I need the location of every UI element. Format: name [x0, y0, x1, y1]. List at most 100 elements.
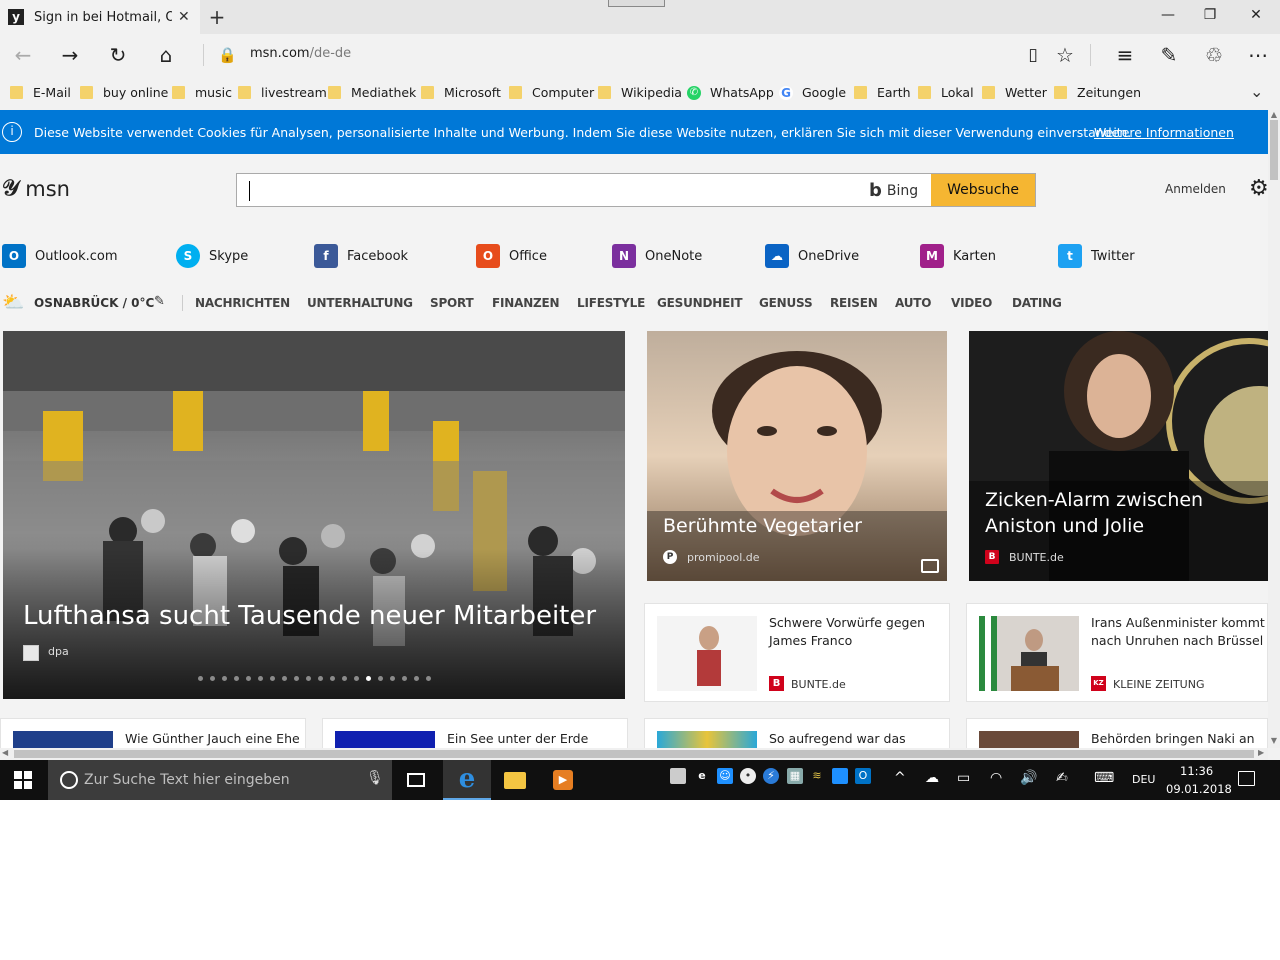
tray-display-icon[interactable] — [832, 768, 848, 784]
carousel-dot[interactable] — [426, 676, 431, 681]
quick-link-twitter[interactable]: t Twitter — [1058, 244, 1135, 268]
carousel-dot[interactable] — [390, 676, 395, 681]
favorite-earth[interactable]: Earth — [854, 85, 911, 100]
scroll-right-arrow-icon[interactable]: ▶ — [1258, 748, 1264, 757]
clock-time[interactable]: 11:36 — [1180, 764, 1213, 778]
quick-link-outlook[interactable]: O Outlook.com — [2, 244, 118, 268]
scroll-up-arrow-icon[interactable]: ▲ — [1268, 110, 1280, 119]
edit-pencil-icon[interactable]: ✎ — [154, 294, 165, 309]
battery-icon[interactable]: ▭ — [957, 770, 970, 786]
media-player-taskbar-icon[interactable]: ▶ — [539, 760, 587, 800]
carousel-dot[interactable] — [402, 676, 407, 681]
carousel-dot[interactable] — [318, 676, 323, 681]
gear-icon[interactable]: ⚙ — [1249, 176, 1268, 201]
task-view-icon[interactable] — [392, 760, 440, 800]
quick-link-onenote[interactable]: N OneNote — [612, 244, 702, 268]
carousel-dot[interactable] — [234, 676, 239, 681]
carousel-dot[interactable] — [282, 676, 287, 681]
tile-aniston-jolie[interactable]: Zicken-Alarm zwischen Aniston und Jolie … — [969, 331, 1268, 581]
vertical-scroll-thumb[interactable] — [1270, 120, 1278, 180]
chevron-down-icon[interactable]: ⌄ — [1250, 82, 1263, 101]
scroll-left-arrow-icon[interactable]: ◀ — [2, 748, 8, 757]
favorite-whatsapp[interactable]: ✆ WhatsApp — [687, 85, 774, 100]
quick-link-skype[interactable]: S Skype — [176, 244, 248, 268]
favorite-music[interactable]: music — [172, 85, 232, 100]
address-field[interactable]: msn.com/de-de — [250, 46, 351, 61]
carousel-dot[interactable] — [258, 676, 263, 681]
close-window-icon[interactable]: ✕ — [1246, 7, 1266, 23]
chevron-up-icon[interactable]: ^ — [894, 770, 906, 786]
windows-start-icon[interactable] — [14, 771, 32, 789]
keyboard-icon[interactable]: ⌨ — [1094, 770, 1114, 786]
forward-arrow-icon[interactable]: → — [57, 42, 83, 68]
volume-icon[interactable]: 🔊 — [1020, 770, 1037, 786]
news-card-aufregend[interactable]: So aufregend war das — [644, 718, 950, 748]
quick-link-facebook[interactable]: f Facebook — [314, 244, 408, 268]
close-tab-icon[interactable]: ✕ — [178, 9, 190, 25]
category-genuss[interactable]: GENUSS — [759, 296, 813, 310]
input-language[interactable]: DEU — [1132, 773, 1155, 786]
quick-link-onedrive[interactable]: ☁ OneDrive — [765, 244, 859, 268]
carousel-dot[interactable] — [210, 676, 215, 681]
quick-link-karten[interactable]: M Karten — [920, 244, 996, 268]
scroll-down-arrow-icon[interactable]: ▼ — [1268, 736, 1280, 745]
favorite-microsoft[interactable]: Microsoft — [421, 85, 501, 100]
category-reisen[interactable]: REISEN — [830, 296, 878, 310]
more-options-icon[interactable]: ⋯ — [1245, 42, 1271, 68]
news-card-james-franco[interactable]: Schwere Vorwürfe gegen James Franco B BU… — [644, 603, 950, 702]
tray-network-app-icon[interactable]: ▦ — [787, 768, 803, 784]
web-note-icon[interactable]: ✎ — [1156, 42, 1182, 68]
restore-icon[interactable]: ❐ — [1200, 7, 1220, 23]
carousel-dot[interactable] — [222, 676, 227, 681]
tab-preview-handle[interactable] — [608, 0, 665, 7]
share-icon[interactable]: ♲ — [1201, 42, 1227, 68]
browser-tab[interactable]: y Sign in bei Hotmail, Out ✕ — [0, 0, 200, 34]
news-card-naki[interactable]: Behörden bringen Naki an — [966, 718, 1268, 748]
hub-icon[interactable]: ≡ — [1112, 42, 1138, 68]
carousel-dot[interactable] — [330, 676, 335, 681]
tray-chat-icon[interactable]: ☺ — [717, 768, 733, 784]
horizontal-scrollbar[interactable]: ◀ ▶ — [0, 748, 1268, 760]
favorite-lokal[interactable]: Lokal — [918, 85, 974, 100]
tray-app-icon[interactable]: • — [740, 768, 756, 784]
category-finanzen[interactable]: FINANZEN — [492, 296, 560, 310]
news-card-jauch[interactable]: Wie Günther Jauch eine Ehe — [0, 718, 306, 748]
favorite-wikipedia[interactable]: Wikipedia — [598, 85, 682, 100]
favorite-zeitungen[interactable]: Zeitungen — [1054, 85, 1141, 100]
category-dating[interactable]: DATING — [1012, 296, 1062, 310]
vertical-scrollbar[interactable]: ▲ ▼ — [1268, 110, 1280, 748]
category-nachrichten[interactable]: NACHRICHTEN — [195, 296, 290, 310]
favorite-buy-online[interactable]: buy online — [80, 85, 168, 100]
tray-wifi-app-icon[interactable]: ≋ — [809, 768, 825, 784]
reading-view-icon[interactable]: ▯ — [1020, 42, 1046, 68]
category-gesundheit[interactable]: GESUNDHEIT — [657, 296, 743, 310]
taskbar-search-box[interactable]: Zur Suche Text hier eingeben 🎙 — [48, 760, 392, 800]
carousel-dot[interactable] — [342, 676, 347, 681]
category-sport[interactable]: SPORT — [430, 296, 474, 310]
back-arrow-icon[interactable]: ← — [10, 42, 36, 68]
tray-outlook-icon[interactable]: O — [855, 768, 871, 784]
weather-location[interactable]: OSNABRÜCK / 0°C — [34, 296, 154, 310]
quick-link-office[interactable]: O Office — [476, 244, 547, 268]
hero-story[interactable]: Lufthansa sucht Tausende neuer Mitarbeit… — [3, 331, 625, 699]
carousel-dot[interactable] — [270, 676, 275, 681]
favorite-mediathek[interactable]: Mediathek — [328, 85, 416, 100]
pen-icon[interactable]: ✍ — [1056, 770, 1068, 786]
clock-date[interactable]: 09.01.2018 — [1166, 782, 1232, 796]
signin-link[interactable]: Anmelden — [1165, 182, 1226, 196]
favorite-wetter[interactable]: Wetter — [982, 85, 1047, 100]
tray-bolt-icon[interactable]: ⚡ — [763, 768, 779, 784]
cookie-more-info-link[interactable]: Weitere Informationen — [1094, 125, 1234, 140]
new-tab-icon[interactable]: + — [206, 5, 228, 29]
carousel-dot[interactable] — [414, 676, 419, 681]
horizontal-scroll-thumb[interactable] — [14, 750, 1254, 758]
category-auto[interactable]: AUTO — [895, 296, 931, 310]
tray-edge-icon[interactable]: e — [694, 768, 710, 784]
search-box[interactable]: b Bing Websuche — [236, 173, 1036, 207]
favorite-star-icon[interactable]: ☆ — [1052, 42, 1078, 68]
tile-vegetarier[interactable]: Berühmte Vegetarier P promipool.de — [647, 331, 947, 581]
tray-app-icon[interactable] — [670, 768, 686, 784]
carousel-dot[interactable] — [354, 676, 359, 681]
favorite-computer[interactable]: Computer — [509, 85, 594, 100]
carousel-dot[interactable] — [306, 676, 311, 681]
